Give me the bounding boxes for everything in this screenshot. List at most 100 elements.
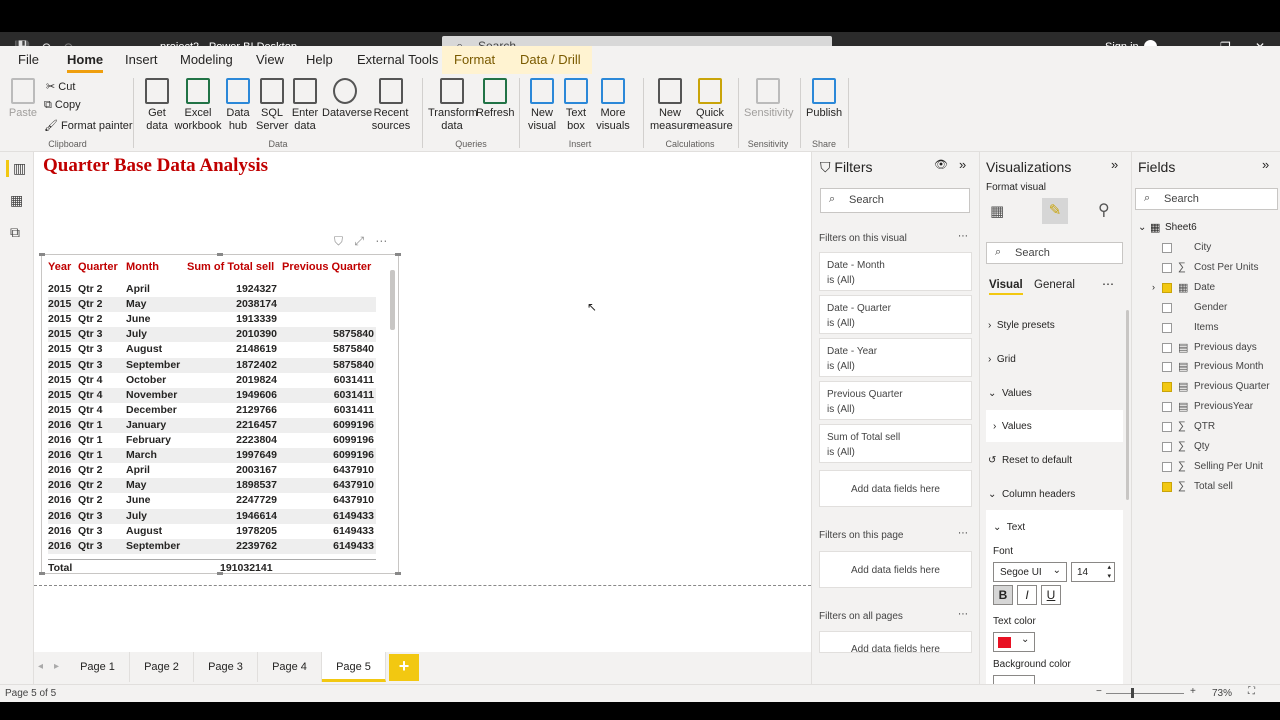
next-page-icon[interactable]: ▸ bbox=[54, 661, 59, 672]
table-row[interactable]: 2015 Qtr 4 December 2129766 6031411 bbox=[48, 403, 376, 418]
zoom-out-icon[interactable]: − bbox=[1096, 686, 1102, 697]
excel-workbook-button[interactable]: Excel workbook bbox=[174, 78, 222, 133]
field-checkbox[interactable] bbox=[1162, 402, 1172, 413]
more-options-icon[interactable]: ⋯ bbox=[958, 528, 968, 539]
transform-data-button[interactable]: Transform data bbox=[428, 78, 478, 133]
tab-modeling[interactable]: Modeling bbox=[180, 52, 233, 67]
table-row[interactable]: 2015 Qtr 4 October 2019824 6031411 bbox=[48, 373, 376, 388]
table-name[interactable]: Sheet6 bbox=[1165, 222, 1197, 233]
fit-page-icon[interactable]: ⛶ bbox=[1248, 686, 1255, 697]
zoom-thumb[interactable] bbox=[1131, 688, 1134, 698]
table-row[interactable]: 2016 Qtr 1 March 1997649 6099196 bbox=[48, 448, 376, 464]
field-checkbox[interactable] bbox=[1162, 461, 1172, 472]
table-row[interactable]: 2016 Qtr 1 January 2216457 6099196 bbox=[48, 417, 376, 433]
table-row[interactable]: 2015 Qtr 2 June 1913339 bbox=[48, 312, 376, 327]
field-checkbox[interactable] bbox=[1162, 322, 1172, 333]
page-tab-4[interactable]: Page 4 bbox=[258, 652, 322, 682]
field-checkbox[interactable] bbox=[1162, 382, 1172, 393]
get-data-button[interactable]: Get data bbox=[140, 78, 174, 133]
font-size-stepper[interactable]: 14 ▴ ▾ bbox=[1071, 562, 1115, 582]
field-checkbox[interactable] bbox=[1162, 362, 1172, 373]
field-checkbox[interactable] bbox=[1162, 442, 1172, 452]
tab-format[interactable]: Format bbox=[454, 52, 495, 67]
new-measure-button[interactable]: New measure bbox=[650, 78, 693, 133]
sql-server-button[interactable]: SQL Server bbox=[256, 78, 288, 133]
more-options-icon[interactable]: ⋯ bbox=[958, 609, 968, 620]
dataverse-button[interactable]: Dataverse bbox=[322, 78, 372, 120]
filter-icon[interactable]: ⛉ bbox=[334, 234, 343, 248]
filter-card-date-year[interactable]: Date - Year is (All) bbox=[819, 338, 972, 377]
table-row[interactable]: 2016 Qtr 3 July 1946614 6149433 bbox=[48, 508, 376, 524]
table-row[interactable]: 2015 Qtr 4 November 1949606 6031411 bbox=[48, 387, 376, 403]
add-page-button[interactable]: + bbox=[389, 654, 419, 681]
viz-scrollbar[interactable] bbox=[1126, 310, 1129, 500]
more-options-icon[interactable]: ⋯ bbox=[958, 231, 968, 242]
page-filter-drop-zone[interactable]: Add data fields here bbox=[819, 551, 972, 588]
tab-home[interactable]: Home bbox=[67, 52, 104, 73]
font-family-dropdown[interactable]: Segoe UI ⌄ bbox=[993, 562, 1067, 582]
style-presets-section[interactable]: › Style presets bbox=[988, 320, 1055, 331]
filters-search-input[interactable]: ⌕ Search bbox=[820, 188, 970, 213]
more-options-icon[interactable]: ⋯ bbox=[1102, 277, 1114, 291]
table-scrollbar[interactable] bbox=[390, 270, 395, 330]
quick-measure-button[interactable]: Quick measure bbox=[690, 78, 733, 133]
cut-button[interactable]: ✂ Cut bbox=[46, 80, 75, 93]
header-month[interactable]: Month bbox=[126, 261, 159, 273]
eye-icon[interactable]: 👁 bbox=[934, 158, 948, 171]
model-view-icon[interactable]: ⧉ bbox=[10, 224, 20, 241]
focus-mode-icon[interactable]: ⤢ bbox=[354, 234, 364, 248]
text-section[interactable]: ⌄ Text bbox=[993, 522, 1025, 533]
table-row[interactable]: 2016 Qtr 2 June 2247729 6437910 bbox=[48, 493, 376, 508]
italic-button[interactable]: I bbox=[1017, 585, 1037, 605]
table-row[interactable]: 2016 Qtr 2 May 1898537 6437910 bbox=[48, 478, 376, 494]
text-box-button[interactable]: Text box bbox=[561, 78, 591, 133]
date-expand-icon[interactable]: › bbox=[1152, 282, 1155, 292]
paste-button[interactable]: Paste bbox=[8, 78, 38, 120]
table-row[interactable]: 2016 Qtr 1 February 2223804 6099196 bbox=[48, 433, 376, 448]
more-options-icon[interactable]: ⋯ bbox=[375, 234, 387, 248]
data-view-icon[interactable]: ▦ bbox=[10, 192, 23, 209]
table-expand-icon[interactable]: ⌄ bbox=[1138, 222, 1146, 233]
table-row[interactable]: 2016 Qtr 3 September 2239762 6149433 bbox=[48, 538, 376, 554]
visual-filter-drop-zone[interactable]: Add data fields here bbox=[819, 470, 972, 507]
tab-insert[interactable]: Insert bbox=[125, 52, 158, 67]
values-subcard[interactable]: › Values bbox=[986, 410, 1123, 442]
table-row[interactable]: 2016 Qtr 2 April 2003167 6437910 bbox=[48, 463, 376, 478]
publish-button[interactable]: Publish bbox=[806, 78, 842, 120]
background-color-picker[interactable] bbox=[993, 675, 1035, 684]
new-visual-button[interactable]: New visual bbox=[525, 78, 559, 133]
table-row[interactable]: 2015 Qtr 2 April 1924327 bbox=[48, 282, 376, 297]
enter-data-button[interactable]: Enter data bbox=[290, 78, 320, 133]
table-row[interactable]: 2015 Qtr 3 July 2010390 5875840 bbox=[48, 327, 376, 343]
recent-sources-button[interactable]: Recent sources bbox=[368, 78, 414, 133]
bold-button[interactable]: B bbox=[993, 585, 1013, 605]
viz-search-input[interactable]: ⌕ Search bbox=[986, 242, 1123, 264]
values-section[interactable]: ⌄ Values bbox=[988, 388, 1032, 399]
header-year[interactable]: Year bbox=[48, 261, 71, 273]
underline-button[interactable]: U bbox=[1041, 585, 1061, 605]
collapse-filters-icon[interactable]: » bbox=[959, 157, 966, 172]
copy-button[interactable]: ⧉ Copy bbox=[44, 99, 81, 112]
table-row[interactable]: 2015 Qtr 2 May 2038174 bbox=[48, 297, 376, 313]
prev-page-icon[interactable]: ◂ bbox=[38, 661, 43, 672]
tab-view[interactable]: View bbox=[256, 52, 284, 67]
values-sub-section[interactable]: › Values bbox=[993, 421, 1032, 432]
table-row[interactable]: 2015 Qtr 3 August 2148619 5875840 bbox=[48, 342, 376, 357]
more-visuals-button[interactable]: More visuals bbox=[592, 78, 634, 133]
filter-card-sum-total-sell[interactable]: Sum of Total sell is (All) bbox=[819, 424, 972, 463]
table-visual[interactable]: Year Quarter Month Sum of Total sell Pre… bbox=[39, 253, 401, 575]
tab-data-drill[interactable]: Data / Drill bbox=[520, 52, 581, 67]
tab-visual[interactable]: Visual bbox=[989, 279, 1023, 295]
field-checkbox[interactable] bbox=[1162, 243, 1172, 253]
tab-general[interactable]: General bbox=[1034, 279, 1075, 291]
all-pages-filter-drop-zone[interactable]: Add data fields here bbox=[819, 631, 972, 653]
page-tab-1[interactable]: Page 1 bbox=[66, 652, 130, 682]
filter-card-previous-quarter[interactable]: Previous Quarter is (All) bbox=[819, 381, 972, 420]
refresh-button[interactable]: Refresh bbox=[476, 78, 515, 120]
tab-file[interactable]: File bbox=[18, 52, 39, 67]
build-visual-icon[interactable]: ▦ bbox=[990, 202, 1004, 220]
header-quarter[interactable]: Quarter bbox=[78, 261, 118, 273]
field-checkbox[interactable] bbox=[1162, 481, 1172, 492]
zoom-in-icon[interactable]: + bbox=[1190, 686, 1196, 697]
data-hub-button[interactable]: Data hub bbox=[222, 78, 254, 133]
